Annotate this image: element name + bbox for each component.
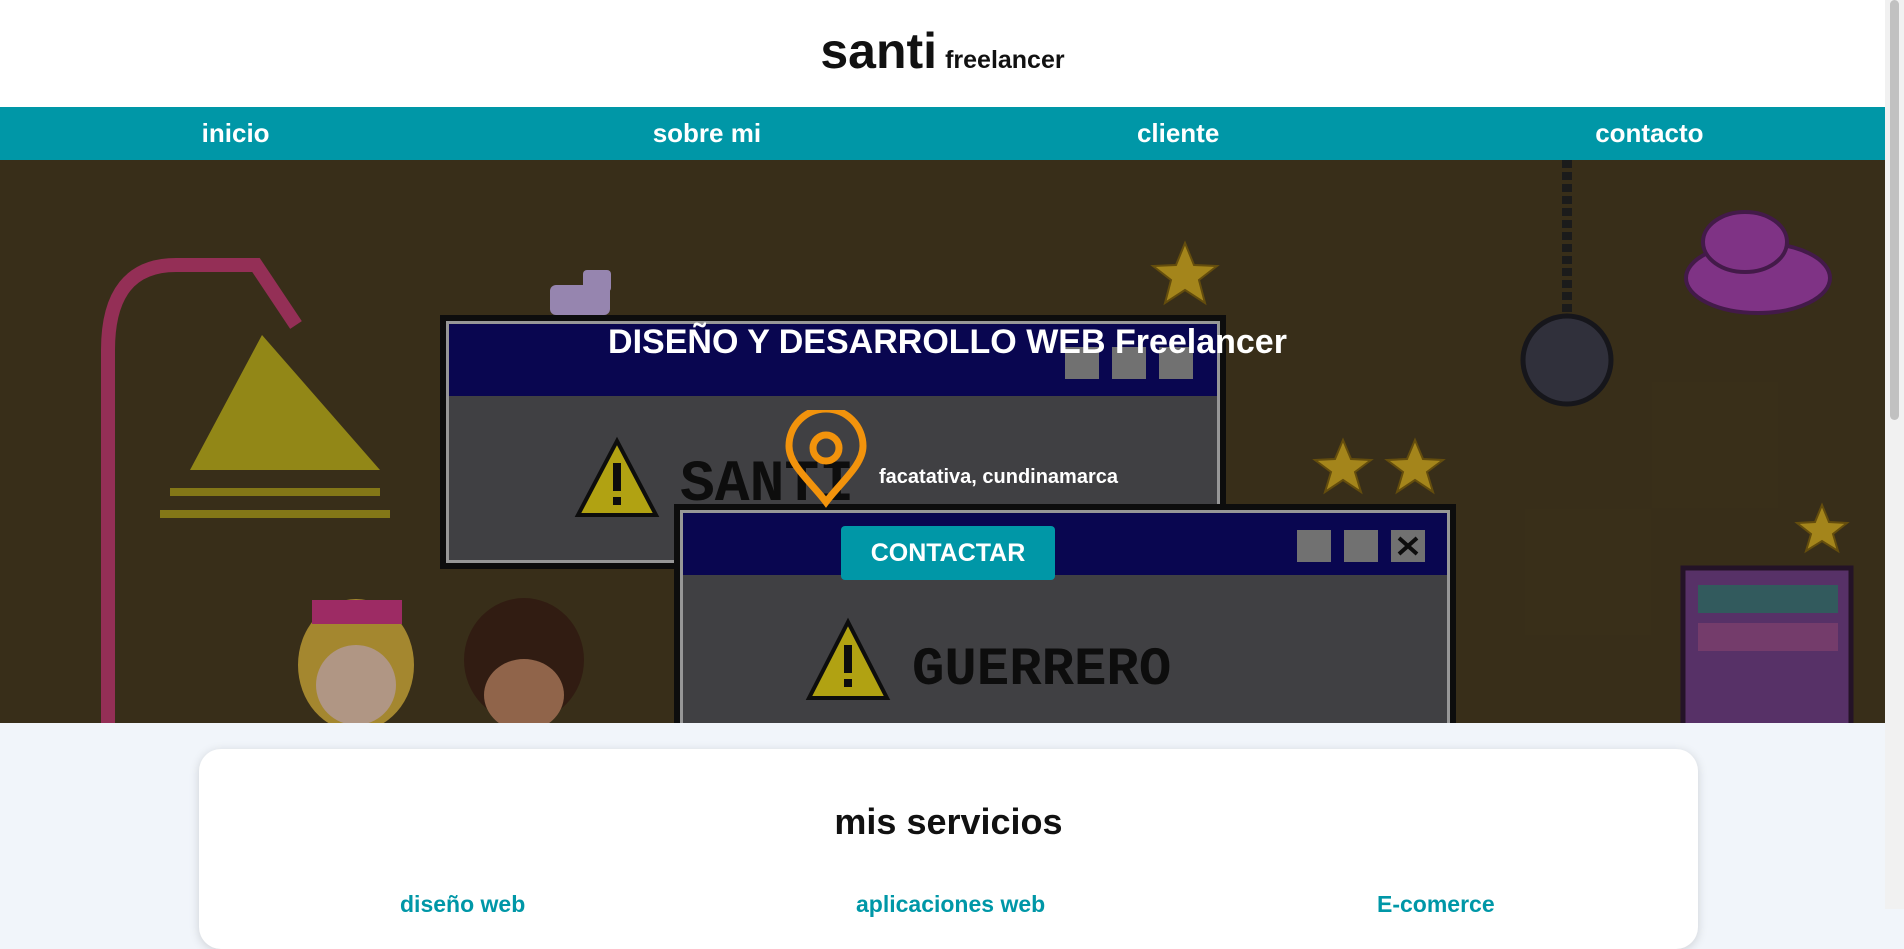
contactar-button[interactable]: CONTACTAR: [841, 526, 1055, 580]
service-item-aplicaciones-web[interactable]: aplicaciones web: [856, 891, 1045, 918]
nav-item-contacto[interactable]: contacto: [1414, 107, 1885, 160]
site-header: santi freelancer: [0, 0, 1885, 107]
location-pin-icon: [785, 410, 867, 508]
nav-item-inicio[interactable]: inicio: [0, 107, 471, 160]
services-title: mis servicios: [834, 801, 1063, 842]
hero-banner: SANTI GUERRERO DISEÑO Y DESARROLLO WEB F…: [0, 160, 1885, 723]
hero-title: DISEÑO Y DESARROLLO WEB Freelancer: [608, 323, 1287, 361]
brand-tagline: freelancer: [945, 46, 1065, 74]
scrollbar-thumb[interactable]: [1890, 0, 1899, 420]
hero-overlay: [0, 160, 1885, 723]
page: santi freelancer inicio sobre mi cliente …: [0, 0, 1885, 949]
brand-name: santi: [820, 23, 938, 79]
brand-logo[interactable]: santi freelancer: [820, 0, 1064, 80]
service-item-diseno-web[interactable]: diseño web: [400, 891, 525, 918]
location-text: facatativa, cundinamarca: [879, 466, 1118, 488]
services-card: mis servicios diseño web aplicaciones we…: [199, 749, 1698, 949]
page-scrollbar[interactable]: [1885, 0, 1904, 909]
nav-item-cliente[interactable]: cliente: [943, 107, 1414, 160]
service-item-ecomerce[interactable]: E-comerce: [1377, 891, 1495, 918]
nav-item-sobre-mi[interactable]: sobre mi: [471, 107, 942, 160]
main-nav: inicio sobre mi cliente contacto: [0, 107, 1885, 160]
